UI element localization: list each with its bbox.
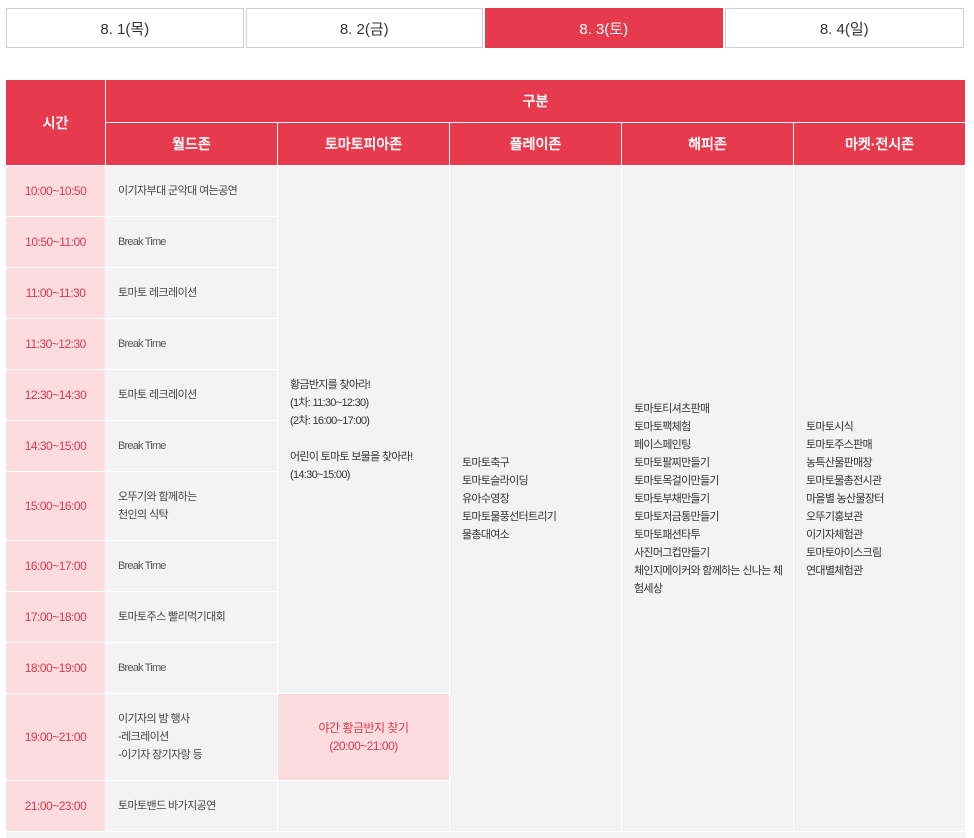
world-zone-event: Break Time <box>106 643 278 694</box>
event-line: 오뚜기홍보관 <box>806 510 863 523</box>
time-slot: 19:00~21:00 <box>6 694 106 781</box>
time-slot: 10:00~10:50 <box>6 166 106 217</box>
time-slot: 12:30~14:30 <box>6 370 106 421</box>
world-zone-event: 토마토주스 빨리먹기대회 <box>106 592 278 643</box>
world-zone-event: Break Time <box>106 421 278 472</box>
event-line: 어린이 토마토 보물을 찾아라! <box>290 450 413 463</box>
play-zone-events: 토마토축구 토마토슬라이딩 유아수영장 토마토물풍선터트리기 물총대여소 <box>450 166 622 832</box>
event-line: 천인의 식탁 <box>118 509 169 521</box>
time-slot: 15:00~16:00 <box>6 472 106 541</box>
world-zone-event: Break Time <box>106 541 278 592</box>
tab-aug-3[interactable]: 8. 3(토) <box>485 8 723 48</box>
time-slot: 14:30~15:00 <box>6 421 106 472</box>
date-tabs: 8. 1(목) 8. 2(금) 8. 3(토) 8. 4(일) <box>6 8 964 48</box>
world-zone-event: 토마토밴드 바가지공연 <box>106 781 278 832</box>
event-line: (1차: 11:30~12:30) <box>290 396 369 409</box>
event-line: 토마토부채만들기 <box>634 492 710 505</box>
header-category: 구분 <box>106 80 966 123</box>
header-play-zone: 플레이존 <box>450 123 622 166</box>
event-line: 토마토저금통만들기 <box>634 510 719 523</box>
event-line: 토마토티셔츠판매 <box>634 402 710 415</box>
event-line: 마을별 농산물장터 <box>806 492 884 505</box>
event-line: 토마토시식 <box>806 420 854 433</box>
event-line: (14:30~15:00) <box>290 468 350 481</box>
event-line: 토마토물풍선터트리기 <box>462 510 557 523</box>
world-zone-event: 오뚜기와 함께하는 천인의 식탁 <box>106 472 278 541</box>
event-line: 토마토물총전시관 <box>806 474 882 487</box>
world-zone-event: 토마토 레크레이션 <box>106 370 278 421</box>
event-line: 야간 황금반지 찾기 <box>318 721 410 735</box>
event-line: 토마토주스판매 <box>806 438 873 451</box>
event-line: 페이스페인팅 <box>634 438 691 451</box>
event-line: (20:00~21:00) <box>329 739 398 753</box>
world-zone-event: 이기자부대 군악대 여는공연 <box>106 166 278 217</box>
tomatopia-zone-events: 황금반지를 찾아라! (1차: 11:30~12:30) (2차: 16:00~… <box>278 166 450 694</box>
event-line: 체인지메이커와 함께하는 신나는 체 <box>634 564 783 577</box>
event-line: 토마토목걸이만들기 <box>634 474 719 487</box>
tab-aug-1[interactable]: 8. 1(목) <box>6 8 244 48</box>
time-slot: 16:00~17:00 <box>6 541 106 592</box>
empty-cell <box>278 781 450 832</box>
header-happy-zone: 해피존 <box>622 123 794 166</box>
header-tomatopia-zone: 토마토피아존 <box>278 123 450 166</box>
tab-aug-4[interactable]: 8. 4(일) <box>724 8 964 48</box>
event-line: 유아수영장 <box>462 492 510 505</box>
happy-zone-events: 토마토티셔츠판매 토마토팩체험 페이스페인팅 토마토팔찌만들기 토마토목걸이만들… <box>622 166 794 832</box>
event-line: 토마토팔찌만들기 <box>634 456 710 469</box>
time-slot: 17:00~18:00 <box>6 592 106 643</box>
tab-aug-2[interactable]: 8. 2(금) <box>245 8 483 48</box>
world-zone-event: 이기자의 밤 행사 -레크레이션 -이기자 장기자랑 등 <box>106 694 278 781</box>
event-line: 물총대여소 <box>462 528 510 541</box>
event-line: 험세상 <box>634 582 663 595</box>
event-line: 오뚜기와 함께하는 <box>118 491 197 503</box>
event-line: -레크레이션 <box>118 731 169 743</box>
event-line: 토마토팩체험 <box>634 420 691 433</box>
event-line: 황금반지를 찾아라! <box>290 378 371 391</box>
header-market-zone: 마켓·전시존 <box>794 123 966 166</box>
event-line: -이기자 장기자랑 등 <box>118 749 203 761</box>
event-line: (2차: 16:00~17:00) <box>290 414 370 427</box>
event-line: 토마토아이스크림 <box>806 546 882 559</box>
time-slot: 11:30~12:30 <box>6 319 106 370</box>
event-line: 이기자체험관 <box>806 528 863 541</box>
event-line: 농특산물판매장 <box>806 456 873 469</box>
world-zone-event: Break Time <box>106 319 278 370</box>
time-slot: 11:00~11:30 <box>6 268 106 319</box>
world-zone-event: Break Time <box>106 217 278 268</box>
event-line: 토마토슬라이딩 <box>462 474 529 487</box>
time-slot: 10:50~11:00 <box>6 217 106 268</box>
schedule-table: 시간 구분 월드존 토마토피아존 플레이존 해피존 마켓·전시존 10:00~1… <box>6 80 966 838</box>
event-line: 토마토축구 <box>462 456 510 469</box>
header-time: 시간 <box>6 80 106 166</box>
time-slot: 21:00~23:00 <box>6 781 106 832</box>
header-world-zone: 월드존 <box>106 123 278 166</box>
world-zone-event: 토마토 레크레이션 <box>106 268 278 319</box>
event-line: 이기자의 밤 행사 <box>118 713 190 725</box>
event-line: 사진머그컵만들기 <box>634 546 710 559</box>
tomatopia-night-event: 야간 황금반지 찾기 (20:00~21:00) <box>278 694 450 781</box>
time-slot: 18:00~19:00 <box>6 643 106 694</box>
market-zone-events: 토마토시식 토마토주스판매 농특산물판매장 토마토물총전시관 마을별 농산물장터… <box>794 166 966 832</box>
event-line: 연대별체험관 <box>806 564 863 577</box>
event-line: 토마토패션타투 <box>634 528 701 541</box>
